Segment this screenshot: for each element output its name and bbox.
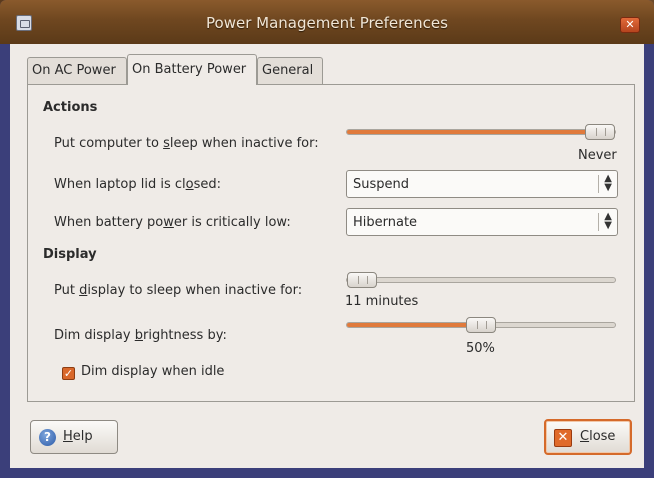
title-bar[interactable]: Power Management Preferences ✕ [0, 0, 654, 44]
display-heading: Display [43, 247, 97, 262]
computer-sleep-value: Never [578, 148, 617, 163]
dim-brightness-label: Dim display brightness by: [54, 328, 227, 343]
lid-closed-label: When laptop lid is closed: [54, 177, 221, 192]
combo-separator [598, 213, 599, 231]
computer-sleep-label: Put computer to sleep when inactive for: [54, 136, 319, 151]
close-label: Close [580, 429, 616, 444]
dim-when-idle-checkbox[interactable]: ✓ [62, 367, 75, 380]
close-button[interactable]: ✕ Close [544, 419, 632, 455]
display-sleep-value: 11 minutes [345, 294, 419, 309]
tab-label: On Battery Power [132, 62, 247, 77]
battery-critical-select[interactable]: Hibernate ▲ ▼ [346, 208, 618, 236]
up-down-arrow-icon: ▲ ▼ [604, 211, 612, 231]
help-icon: ? [39, 429, 56, 446]
dim-when-idle-label: Dim display when idle [81, 364, 225, 379]
close-icon: ✕ [554, 429, 572, 447]
combo-separator [598, 175, 599, 193]
slider-thumb[interactable] [585, 124, 615, 140]
slider-fill [347, 130, 600, 134]
tab-general[interactable]: General [257, 57, 323, 84]
actions-heading: Actions [43, 100, 98, 115]
battery-critical-selected: Hibernate [353, 215, 418, 230]
battery-critical-label: When battery power is critically low: [54, 215, 291, 230]
lid-closed-select[interactable]: Suspend ▲ ▼ [346, 170, 618, 198]
tab-on-battery-power[interactable]: On Battery Power [127, 54, 257, 85]
tab-label: General [262, 63, 314, 78]
tab-label: On AC Power [32, 63, 116, 78]
tab-on-ac-power[interactable]: On AC Power [27, 57, 127, 84]
dim-brightness-slider[interactable] [346, 317, 616, 333]
lid-closed-selected: Suspend [353, 177, 410, 192]
help-label: Help [63, 429, 93, 444]
dim-brightness-value: 50% [466, 341, 495, 356]
window-close-button[interactable]: ✕ [620, 17, 640, 33]
slider-fill [347, 323, 481, 327]
up-down-arrow-icon: ▲ ▼ [604, 173, 612, 193]
slider-thumb[interactable] [466, 317, 496, 333]
computer-sleep-slider[interactable] [346, 124, 616, 140]
slider-thumb[interactable] [347, 272, 377, 288]
window-title: Power Management Preferences [206, 14, 448, 32]
help-button[interactable]: ? Help [30, 420, 118, 454]
display-sleep-label: Put display to sleep when inactive for: [54, 283, 303, 298]
display-sleep-slider[interactable] [346, 272, 616, 288]
dialog-body: On AC Power On Battery Power General Act… [10, 44, 644, 468]
